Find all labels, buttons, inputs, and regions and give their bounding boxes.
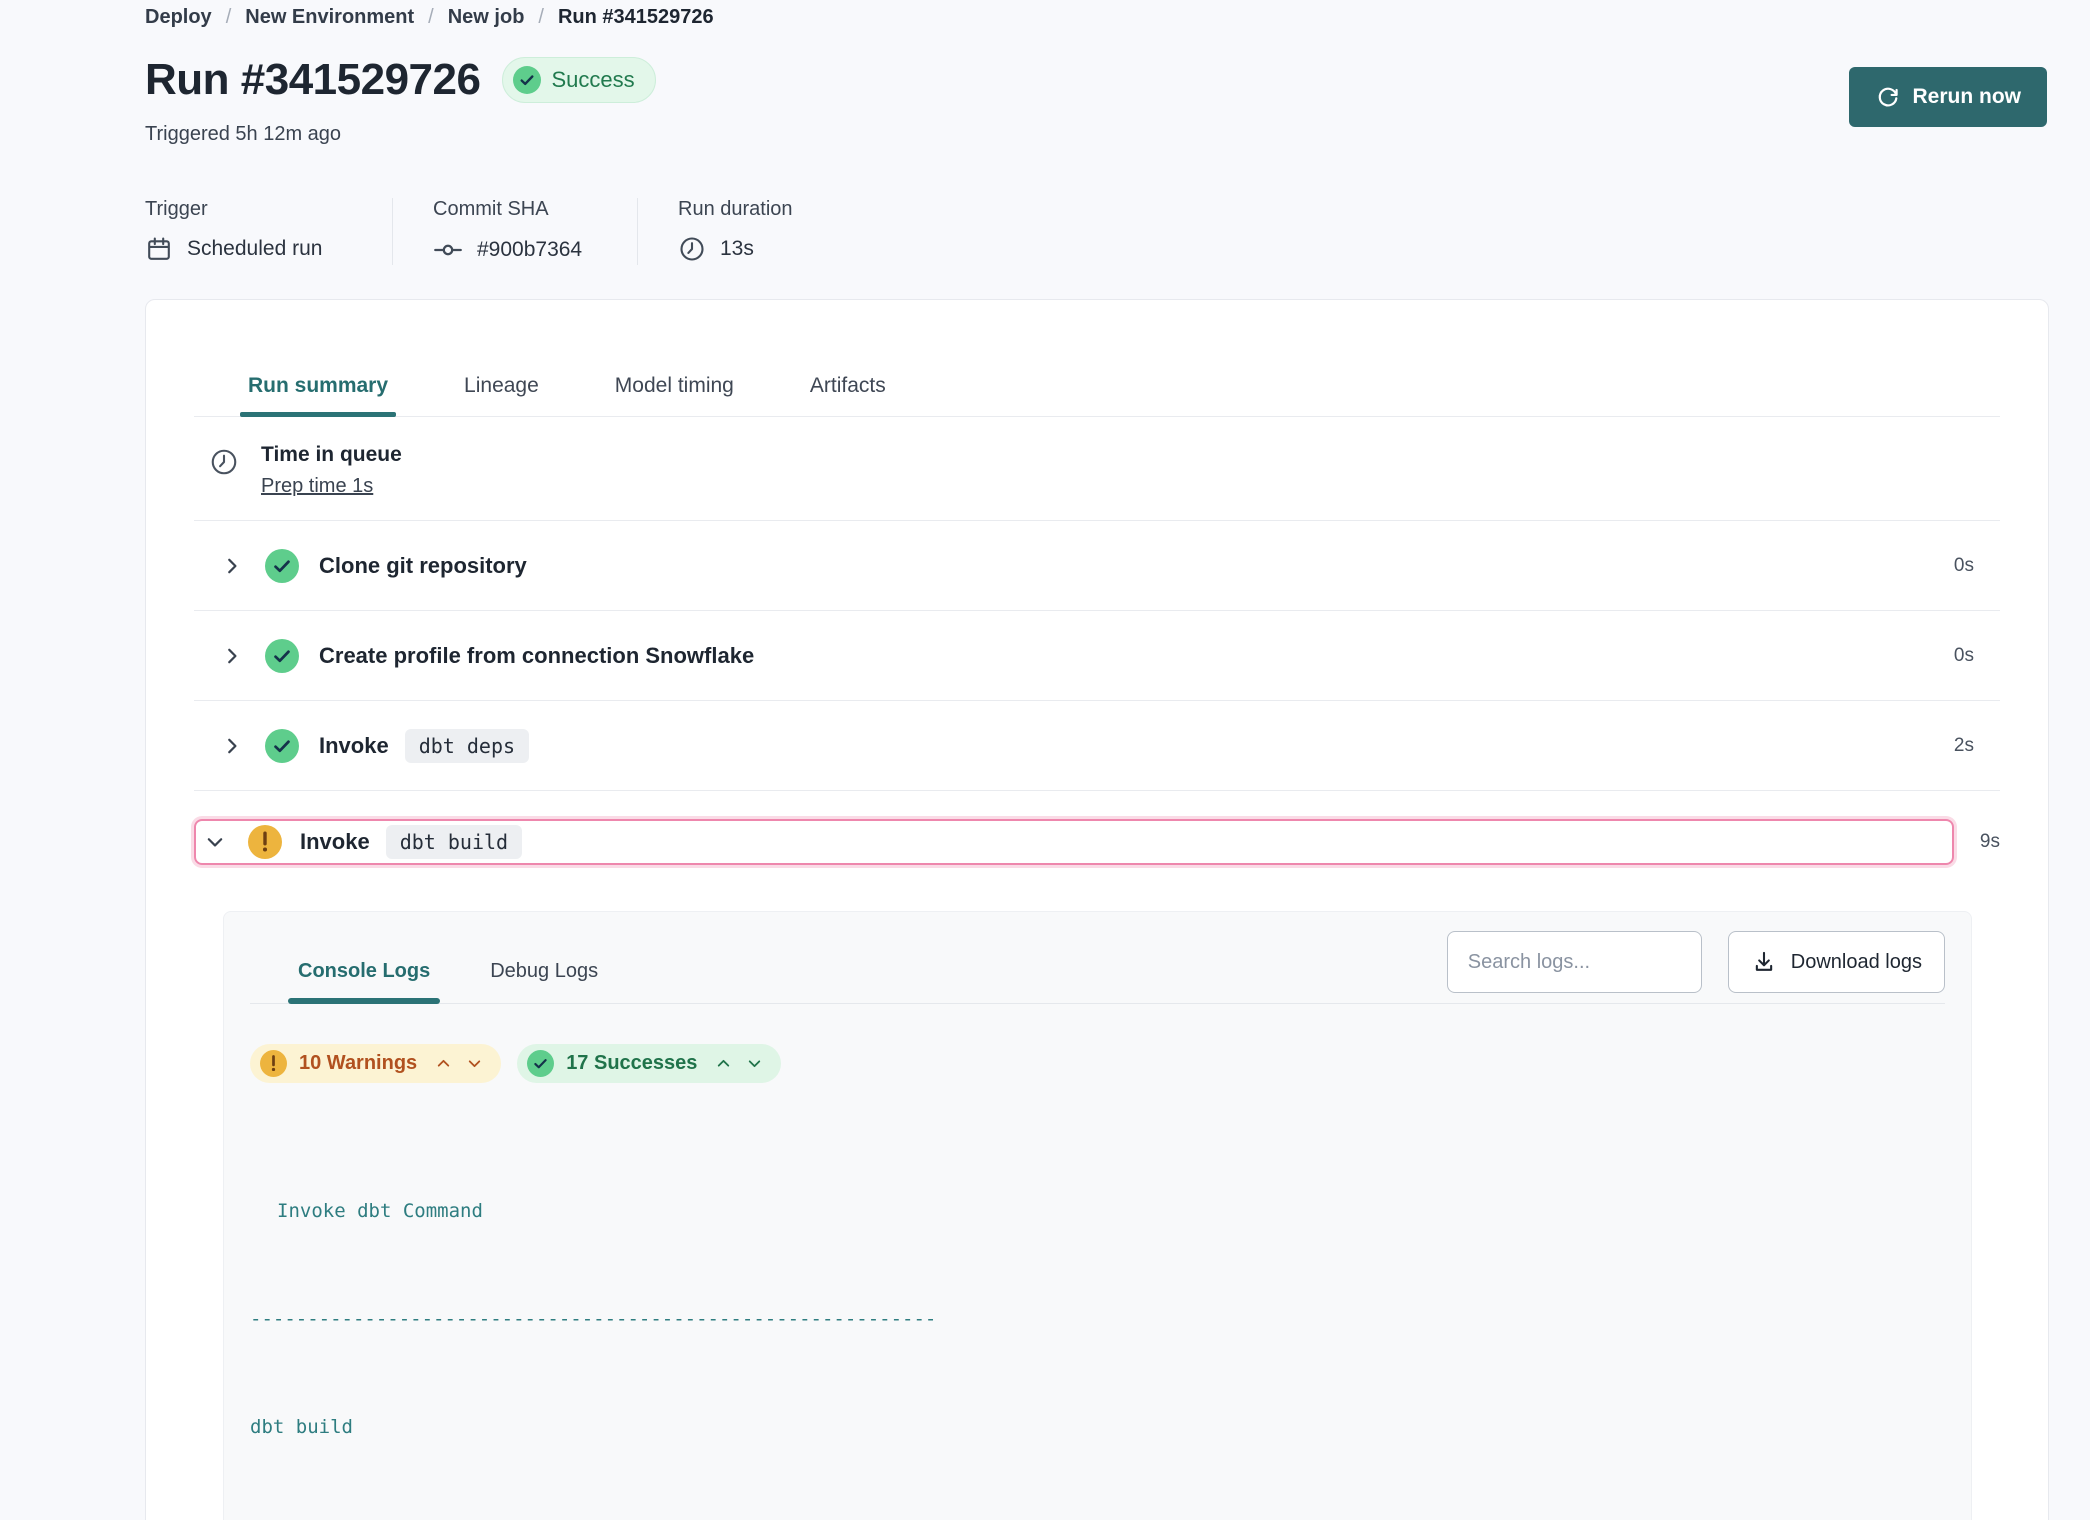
- success-check-icon: [265, 549, 299, 583]
- successes-badge-label: 17 Successes: [566, 1052, 697, 1075]
- log-divider: ----------------------------------------…: [250, 1301, 1945, 1337]
- download-icon: [1751, 949, 1777, 975]
- tab-model-timing[interactable]: Model timing: [615, 374, 734, 416]
- status-badge: Success: [502, 57, 655, 103]
- rerun-now-button[interactable]: Rerun now: [1849, 67, 2048, 127]
- chevron-down-icon[interactable]: [204, 831, 226, 853]
- step-duration: 0s: [1954, 645, 2000, 667]
- step-clone-git-repository[interactable]: Clone git repository 0s: [194, 521, 2000, 611]
- rerun-now-label: Rerun now: [1913, 85, 2022, 109]
- status-badge-label: Success: [551, 67, 634, 93]
- logs-panel: Console Logs Debug Logs Download logs 10…: [223, 911, 1972, 1520]
- step-duration: 9s: [1954, 831, 2000, 853]
- tab-console-logs[interactable]: Console Logs: [298, 960, 430, 1003]
- chevron-right-icon[interactable]: [221, 555, 243, 577]
- chevron-right-icon[interactable]: [221, 645, 243, 667]
- meta-trigger: Trigger Scheduled run: [145, 198, 392, 265]
- tab-run-summary[interactable]: Run summary: [248, 374, 388, 416]
- download-logs-label: Download logs: [1791, 951, 1922, 974]
- warnings-badge-label: 10 Warnings: [299, 1052, 417, 1075]
- breadcrumb: Deploy / New Environment / New job / Run…: [145, 6, 2049, 29]
- successes-next-icon[interactable]: [746, 1055, 763, 1072]
- tab-artifacts[interactable]: Artifacts: [810, 374, 886, 416]
- search-logs-input[interactable]: [1447, 931, 1702, 993]
- time-in-queue-section: Time in queue Prep time 1s: [194, 417, 2000, 521]
- step-duration: 2s: [1954, 735, 2000, 757]
- dbt-deps-command-chip: dbt deps: [405, 729, 529, 763]
- step-name: Clone git repository: [319, 553, 527, 579]
- download-logs-button[interactable]: Download logs: [1728, 931, 1945, 993]
- run-summary-card: Run summary Lineage Model timing Artifac…: [145, 299, 2049, 1520]
- success-check-icon: [527, 1050, 554, 1077]
- log-command: dbt build: [250, 1409, 1945, 1445]
- clock-icon: [209, 447, 239, 477]
- success-check-icon: [513, 66, 541, 94]
- successes-prev-icon[interactable]: [715, 1055, 732, 1072]
- breadcrumb-separator: /: [226, 6, 232, 29]
- breadcrumb-separator: /: [428, 6, 434, 29]
- step-name: Invoke: [300, 829, 370, 855]
- run-page: Deploy / New Environment / New job / Run…: [0, 0, 2090, 1520]
- header: Run #341529726 Success Rerun now: [145, 55, 2049, 105]
- meta-duration: Run duration 13s: [637, 198, 833, 265]
- logs-tabs: Console Logs Debug Logs: [250, 960, 598, 1003]
- commit-sha-label: Commit SHA: [433, 198, 597, 221]
- time-in-queue-title: Time in queue: [261, 443, 402, 467]
- logs-header: Console Logs Debug Logs Download logs: [250, 912, 1945, 1004]
- tab-lineage[interactable]: Lineage: [464, 374, 539, 416]
- warning-icon: [260, 1050, 287, 1077]
- step-invoke-dbt-build[interactable]: Invoke dbt build: [194, 819, 1954, 865]
- run-duration-value: 13s: [720, 237, 754, 261]
- step-create-profile[interactable]: Create profile from connection Snowflake…: [194, 611, 2000, 701]
- calendar-icon: [145, 235, 173, 263]
- success-check-icon: [265, 639, 299, 673]
- success-check-icon: [265, 729, 299, 763]
- refresh-icon: [1875, 84, 1901, 110]
- tab-debug-logs[interactable]: Debug Logs: [490, 960, 598, 1003]
- run-tabs: Run summary Lineage Model timing Artifac…: [194, 300, 2000, 417]
- prep-time-link[interactable]: Prep time 1s: [261, 475, 373, 498]
- step-invoke-dbt-build-row: Invoke dbt build 9s: [194, 819, 2000, 865]
- step-invoke-dbt-deps[interactable]: Invoke dbt deps 2s: [194, 701, 2000, 791]
- warning-icon: [248, 825, 282, 859]
- log-count-badges: 10 Warnings 17 Successes: [250, 1044, 1945, 1083]
- step-name: Create profile from connection Snowflake: [319, 643, 754, 669]
- step-duration: 0s: [1954, 555, 2000, 577]
- breadcrumb-job[interactable]: New job: [448, 6, 525, 29]
- warnings-badge[interactable]: 10 Warnings: [250, 1044, 501, 1083]
- meta-commit: Commit SHA #900b7364: [392, 198, 637, 265]
- logs-controls: Download logs: [1447, 931, 1945, 993]
- run-meta: Trigger Scheduled run Commit SHA #900b73…: [145, 198, 2049, 265]
- trigger-label: Trigger: [145, 198, 392, 221]
- console-log-output: Invoke dbt Command ---------------------…: [250, 1121, 1945, 1520]
- log-command-header: Invoke dbt Command: [250, 1193, 1945, 1229]
- trigger-value: Scheduled run: [187, 237, 322, 261]
- warnings-prev-icon[interactable]: [435, 1055, 452, 1072]
- successes-badge[interactable]: 17 Successes: [517, 1044, 781, 1083]
- breadcrumb-deploy[interactable]: Deploy: [145, 6, 212, 29]
- commit-icon: [433, 235, 463, 265]
- clock-icon: [678, 235, 706, 263]
- breadcrumb-separator: /: [538, 6, 544, 29]
- triggered-timestamp: Triggered 5h 12m ago: [145, 123, 2049, 146]
- commit-sha-value: #900b7364: [477, 238, 582, 262]
- breadcrumb-environment[interactable]: New Environment: [245, 6, 414, 29]
- breadcrumb-run: Run #341529726: [558, 6, 714, 29]
- page-title: Run #341529726: [145, 55, 480, 105]
- dbt-build-command-chip: dbt build: [386, 825, 522, 859]
- warnings-next-icon[interactable]: [466, 1055, 483, 1072]
- step-name: Invoke: [319, 733, 389, 759]
- chevron-right-icon[interactable]: [221, 735, 243, 757]
- run-duration-label: Run duration: [678, 198, 793, 221]
